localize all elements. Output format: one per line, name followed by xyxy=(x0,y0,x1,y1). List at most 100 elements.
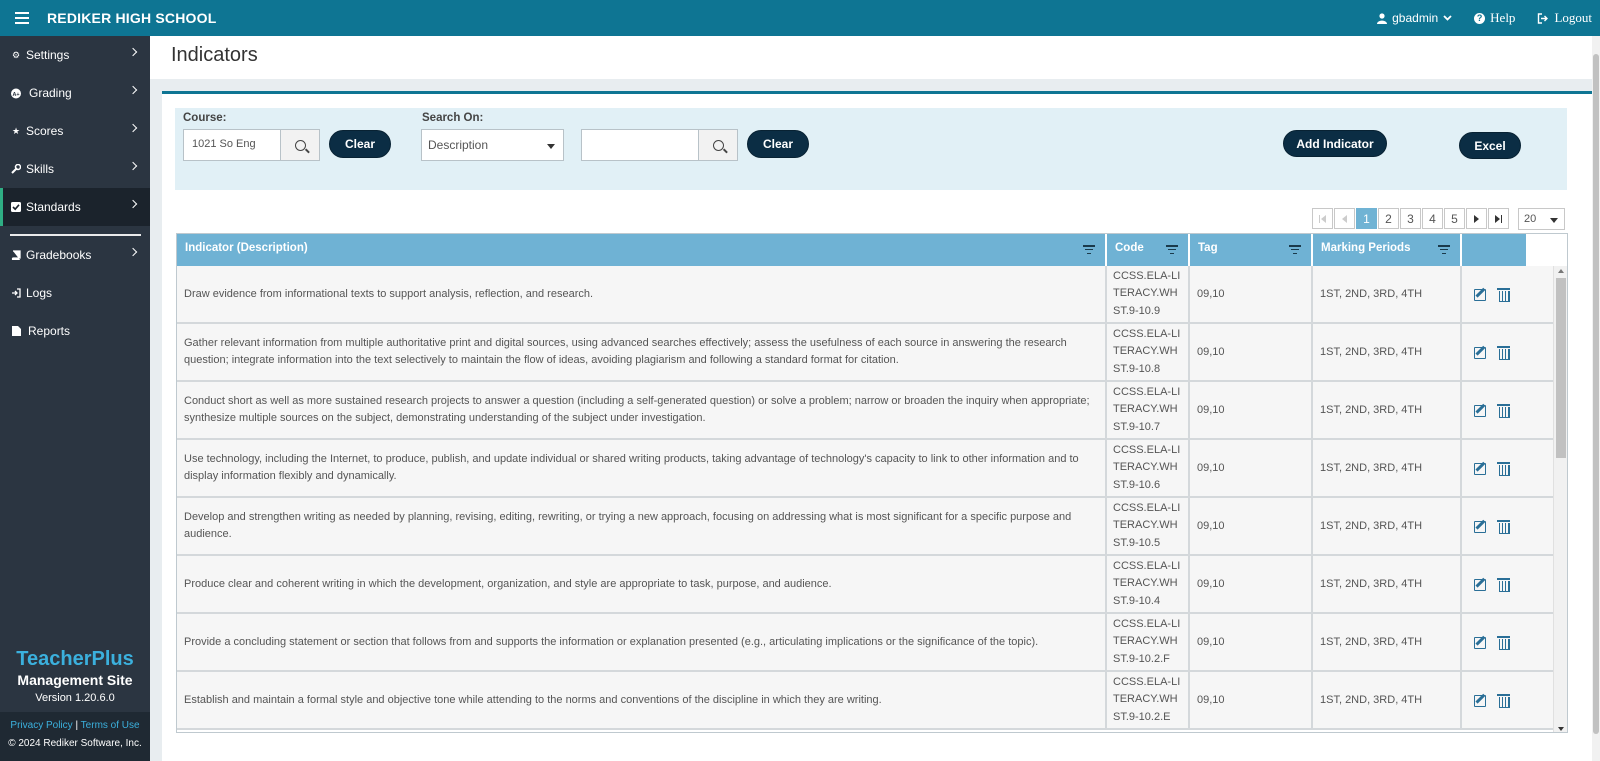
last-page-button[interactable] xyxy=(1488,208,1509,229)
tag-cell: 09,10 xyxy=(1190,556,1313,612)
copyright-text: © 2024 Rediker Software, Inc. xyxy=(8,738,142,749)
sidebar-item-logs[interactable]: Logs xyxy=(0,274,150,312)
course-search-button[interactable] xyxy=(280,129,320,161)
column-header-tag[interactable]: Tag xyxy=(1190,234,1313,266)
edit-icon[interactable] xyxy=(1474,461,1488,475)
search-text-input[interactable] xyxy=(581,129,699,161)
filter-icon[interactable] xyxy=(1166,245,1178,255)
caret-down-icon xyxy=(547,144,555,149)
sign-in-icon xyxy=(11,288,21,298)
search-icon xyxy=(712,139,724,151)
page-scrollbar[interactable] xyxy=(1592,36,1600,761)
excel-button[interactable]: Excel xyxy=(1459,132,1521,159)
actions-cell xyxy=(1462,266,1526,322)
table-row[interactable]: Draw evidence from informational texts t… xyxy=(177,266,1554,324)
help-label: Help xyxy=(1490,10,1516,25)
table-row[interactable]: Gather relevant information from multipl… xyxy=(177,324,1554,382)
sidebar-item-scores[interactable]: ★ Scores xyxy=(0,112,150,150)
edit-icon[interactable] xyxy=(1474,519,1488,533)
privacy-policy-link[interactable]: Privacy Policy xyxy=(10,720,72,731)
trash-icon[interactable] xyxy=(1497,577,1510,592)
terms-of-use-link[interactable]: Terms of Use xyxy=(81,720,140,731)
sidebar-item-label: Logs xyxy=(26,286,53,300)
table-header: Indicator (Description) Code Tag Marking… xyxy=(177,234,1567,266)
hamburger-menu-icon[interactable] xyxy=(15,12,29,24)
description-cell: Develop and strengthen writing as needed… xyxy=(177,498,1107,554)
page-button[interactable]: 4 xyxy=(1422,208,1443,229)
first-page-button[interactable] xyxy=(1312,208,1333,229)
table-row[interactable]: Use technology, including the Internet, … xyxy=(177,440,1554,498)
prev-page-button[interactable] xyxy=(1334,208,1355,229)
trash-icon[interactable] xyxy=(1497,693,1510,708)
trash-icon[interactable] xyxy=(1497,403,1510,418)
search-on-select[interactable]: Description xyxy=(421,129,564,161)
logout-link[interactable]: Logout xyxy=(1537,10,1592,26)
sidebar-item-grading[interactable]: A+ Grading xyxy=(0,74,150,112)
filter-icon[interactable] xyxy=(1289,245,1301,255)
table-row[interactable]: Provide a concluding statement or sectio… xyxy=(177,614,1554,672)
scroll-down-icon[interactable] xyxy=(1558,727,1564,731)
course-label: Course: xyxy=(183,112,227,124)
page-button[interactable]: 3 xyxy=(1400,208,1421,229)
description-cell: Use technology, including the Internet, … xyxy=(177,440,1107,496)
page-button[interactable]: 5 xyxy=(1444,208,1465,229)
edit-icon[interactable] xyxy=(1474,403,1488,417)
search-clear-button[interactable]: Clear xyxy=(747,130,809,158)
table-row[interactable]: Conduct short as well as more sustained … xyxy=(177,382,1554,440)
help-link[interactable]: ? Help xyxy=(1474,10,1515,26)
column-header-marking-periods[interactable]: Marking Periods xyxy=(1313,234,1462,266)
filter-icon[interactable] xyxy=(1083,245,1095,255)
page-button[interactable]: 1 xyxy=(1356,208,1377,229)
edit-icon[interactable] xyxy=(1474,635,1488,649)
pager: 1 2 3 4 5 xyxy=(1311,208,1509,229)
scroll-up-icon[interactable] xyxy=(1558,269,1564,273)
column-title: Code xyxy=(1115,242,1144,254)
page-size-select[interactable]: 20 xyxy=(1518,208,1565,230)
page-size-value: 20 xyxy=(1524,213,1537,225)
trash-icon[interactable] xyxy=(1497,635,1510,650)
marking-periods-cell: 1ST, 2ND, 3RD, 4TH xyxy=(1313,440,1462,496)
trash-icon[interactable] xyxy=(1497,287,1510,302)
edit-icon[interactable] xyxy=(1474,287,1488,301)
indicators-table: Indicator (Description) Code Tag Marking… xyxy=(176,233,1568,733)
edit-icon[interactable] xyxy=(1474,577,1488,591)
table-row[interactable]: Produce clear and coherent writing in wh… xyxy=(177,556,1554,614)
column-header-actions xyxy=(1462,234,1526,266)
scroll-thumb[interactable] xyxy=(1556,278,1566,458)
actions-cell xyxy=(1462,556,1526,612)
column-header-code[interactable]: Code xyxy=(1107,234,1190,266)
chevron-right-icon xyxy=(128,85,138,95)
page-title: Indicators xyxy=(171,44,258,66)
table-row[interactable]: Establish and maintain a formal style an… xyxy=(177,672,1554,730)
trash-icon[interactable] xyxy=(1497,461,1510,476)
chevron-down-icon xyxy=(1443,15,1452,21)
add-indicator-button[interactable]: Add Indicator xyxy=(1283,130,1387,157)
trash-icon[interactable] xyxy=(1497,519,1510,534)
sidebar-item-gradebooks[interactable]: Gradebooks xyxy=(0,236,150,274)
edit-icon[interactable] xyxy=(1474,345,1488,359)
page-header: Indicators xyxy=(150,36,1592,79)
search-area: Course: 1021 So Eng Clear Search On: Des… xyxy=(175,108,1567,190)
edit-icon[interactable] xyxy=(1474,693,1488,707)
text-search-button[interactable] xyxy=(698,129,738,161)
filter-icon[interactable] xyxy=(1438,245,1450,255)
sidebar-item-standards[interactable]: Standards xyxy=(0,188,150,226)
trash-icon[interactable] xyxy=(1497,345,1510,360)
column-header-description[interactable]: Indicator (Description) xyxy=(177,234,1107,266)
table-row[interactable]: Develop and strengthen writing as needed… xyxy=(177,498,1554,556)
marking-periods-cell: 1ST, 2ND, 3RD, 4TH xyxy=(1313,498,1462,554)
sidebar: ⚙ Settings A+ Grading ★ Scores Skills St… xyxy=(0,36,150,761)
sidebar-item-reports[interactable]: Reports xyxy=(0,312,150,350)
sidebar-item-settings[interactable]: ⚙ Settings xyxy=(0,36,150,74)
course-clear-button[interactable]: Clear xyxy=(329,130,391,158)
table-scrollbar[interactable] xyxy=(1553,266,1567,732)
page-button[interactable]: 2 xyxy=(1378,208,1399,229)
course-input[interactable]: 1021 So Eng xyxy=(183,129,281,161)
tag-cell: 09,10 xyxy=(1190,614,1313,670)
user-menu[interactable]: gbadmin xyxy=(1377,11,1452,25)
link-separator: | xyxy=(75,720,79,731)
next-page-button[interactable] xyxy=(1466,208,1487,229)
sidebar-item-skills[interactable]: Skills xyxy=(0,150,150,188)
question-circle-icon: ? xyxy=(1474,12,1486,24)
svg-text:A+: A+ xyxy=(12,91,19,97)
